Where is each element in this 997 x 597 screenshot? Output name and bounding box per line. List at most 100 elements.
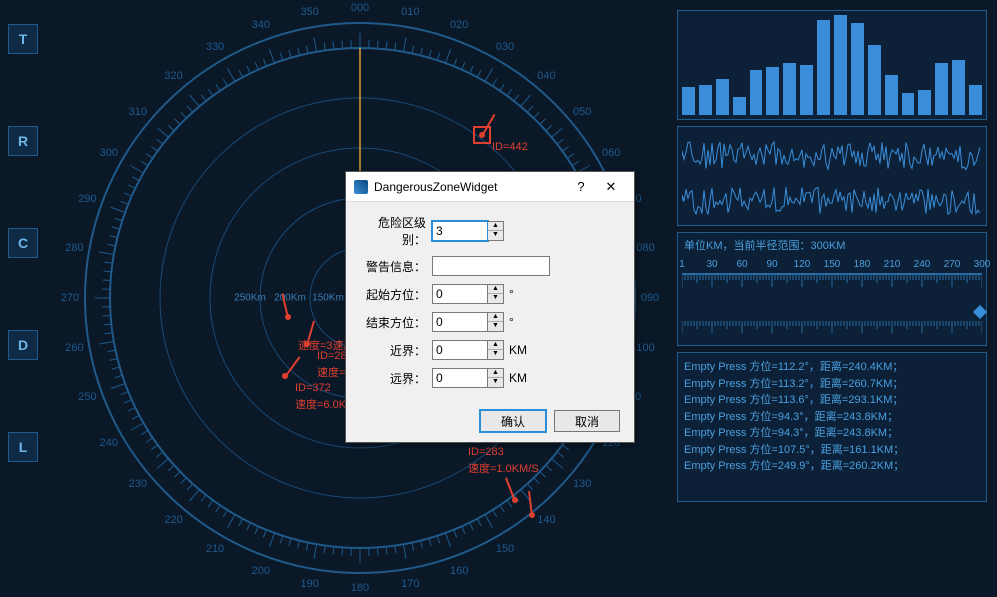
far-label: 远界： [360,370,426,387]
bearing-label: 270 [61,292,79,304]
waveform-svg [682,131,982,223]
bar [750,70,763,115]
bar [851,23,864,115]
left-toolbar: T R C D L [8,24,38,462]
bar [766,67,779,115]
log-line: Empty Press 方位=113.2°，距离=260.7KM； [684,376,980,393]
ruler-tick-label: 270 [944,259,961,270]
ruler-tick-label: 150 [824,259,841,270]
bar [783,63,796,115]
bearing-label: 210 [206,543,224,555]
bar [716,79,729,115]
bearing-label: 180 [351,582,369,594]
bearing-label: 230 [129,478,147,490]
bearing-label: 240 [100,437,118,449]
log-line: Empty Press 方位=107.5°，距离=161.1KM； [684,442,980,459]
near-label: 近界： [360,342,426,359]
bearing-label: 350 [300,6,318,18]
tool-btn-l[interactable]: L [8,432,38,462]
bar [800,65,813,115]
bearing-label: 290 [78,193,96,205]
level-spinner[interactable]: ▲▼ [488,221,504,241]
near-input[interactable] [432,340,488,360]
bar [885,75,898,115]
ruler-tick-label: 210 [884,259,901,270]
bearing-label: 010 [401,6,419,18]
bearing-label: 300 [100,147,118,159]
right-column: 单位KM，当前半径范围：300KM 1306090120150180210240… [677,10,987,502]
bearing-label: 020 [450,19,468,31]
far-unit: KM [509,371,527,385]
bearing-label: 060 [602,147,620,159]
bar-chart-panel [677,10,987,120]
tool-btn-r[interactable]: R [8,126,38,156]
level-input[interactable] [432,221,488,241]
end-bearing-unit: ° [509,315,514,329]
level-label: 危险区级别： [360,214,426,248]
bar [817,20,830,115]
bar [733,97,746,115]
start-bearing-label: 起始方位： [360,286,426,303]
bearing-label: 320 [164,70,182,82]
start-bearing-input[interactable] [432,284,488,304]
far-spinner[interactable]: ▲▼ [488,368,504,388]
ruler-tick-label: 300 [974,259,991,270]
bearing-label: 130 [573,478,591,490]
bar [969,85,982,115]
bearing-label: 140 [537,514,555,526]
bearing-label: 160 [450,565,468,577]
end-bearing-input[interactable] [432,312,488,332]
ring-label-150: 150Km [312,293,344,304]
ring-label-200: 200Km [274,293,306,304]
ruler-tick-label: 120 [794,259,811,270]
warning-label: 警告信息： [360,258,426,275]
target-id-label: ID=442 [492,141,528,153]
bearing-label: 040 [537,70,555,82]
start-bearing-unit: ° [509,287,514,301]
dialog-titlebar[interactable]: DangerousZoneWidget ? ✕ [346,172,634,202]
bar [868,45,881,115]
end-bearing-spinner[interactable]: ▲▼ [488,312,504,332]
log-line: Empty Press 方位=249.9°，距离=260.2KM； [684,458,980,475]
near-spinner[interactable]: ▲▼ [488,340,504,360]
bearing-label: 030 [496,41,514,53]
scale-panel: 单位KM，当前半径范围：300KM 1306090120150180210240… [677,232,987,346]
bearing-label: 150 [496,543,514,555]
bearing-label: 280 [65,242,83,254]
log-line: Empty Press 方位=113.6°，距离=293.1KM； [684,392,980,409]
tool-btn-c[interactable]: C [8,228,38,258]
dialog-close-button[interactable]: ✕ [596,175,626,199]
bar [918,90,931,115]
ruler-tick-label: 240 [914,259,931,270]
bearing-label: 310 [129,106,147,118]
bar [834,15,847,115]
bearing-label: 340 [252,19,270,31]
bearing-label: 170 [401,578,419,590]
ok-button[interactable]: 确认 [480,410,546,432]
ruler-tick-label: 60 [736,259,747,270]
target-id-label: ID=283 [468,446,504,458]
bar [935,63,948,115]
far-input[interactable] [432,368,488,388]
ruler-tick-label: 1 [679,259,685,270]
ruler-tick-label: 90 [766,259,777,270]
bearing-label: 000 [351,2,369,14]
near-unit: KM [509,343,527,357]
log-panel[interactable]: Empty Press 方位=112.2°，距离=240.4KM；Empty P… [677,352,987,502]
cancel-button[interactable]: 取消 [554,410,620,432]
end-bearing-label: 结束方位： [360,314,426,331]
bearing-label: 100 [636,342,654,354]
waveform-panel [677,126,987,226]
bar [682,87,695,115]
scale-ruler[interactable]: 1306090120150180210240270300 [682,273,982,315]
bearing-label: 260 [65,342,83,354]
warning-input[interactable] [432,256,550,276]
dialog-help-button[interactable]: ? [566,175,596,199]
bearing-label: 080 [636,242,654,254]
log-line: Empty Press 方位=94.3°，距离=243.8KM； [684,425,980,442]
tool-btn-d[interactable]: D [8,330,38,360]
start-bearing-spinner[interactable]: ▲▼ [488,284,504,304]
bearing-label: 200 [252,565,270,577]
dialog-title: DangerousZoneWidget [374,180,566,194]
tool-btn-t[interactable]: T [8,24,38,54]
